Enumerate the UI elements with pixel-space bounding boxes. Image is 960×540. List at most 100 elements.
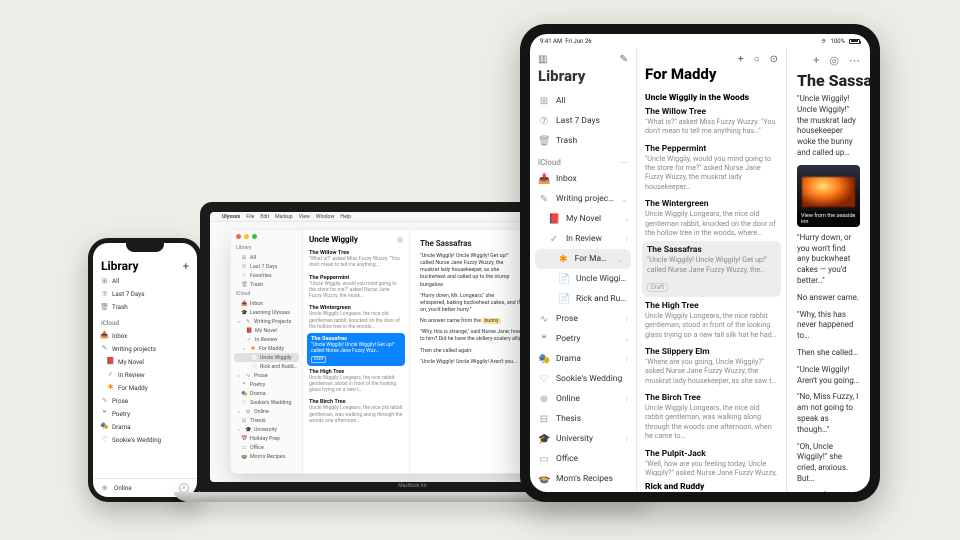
sheet-card-selected[interactable]: The Sassafras"Uncle Wiggily! Uncle Wiggi… — [642, 241, 781, 297]
chevron-down-icon[interactable]: ⌄ — [616, 255, 623, 264]
menu-window[interactable]: Window — [316, 214, 335, 220]
sheet-card[interactable]: The Birch TreeUncle Wiggily Longears, th… — [303, 396, 409, 427]
footer-label[interactable]: Online — [114, 484, 132, 492]
sidebar-item-prose[interactable]: ∿Prose — [93, 394, 197, 407]
sidebar-item-all[interactable]: ⊞All — [231, 253, 302, 262]
sidebar-item-inreview[interactable]: ✓In Review — [231, 335, 302, 344]
sidebar-item-inbox[interactable]: 📥Inbox — [231, 299, 302, 308]
sidebar-item-trash[interactable]: 🗑Trash — [530, 131, 636, 151]
sidebar-item-rick[interactable]: 📄Rick and Rudd… — [231, 362, 302, 371]
disclosure-icon[interactable]: ▾ — [243, 346, 247, 351]
sidebar-item-formaddy[interactable]: ✱For Maddy — [93, 381, 197, 394]
sidebar-item-university[interactable]: 🎓University› — [530, 429, 636, 449]
sidebar-item-all[interactable]: ⊞All — [93, 275, 197, 288]
sidebar-item-prose[interactable]: ▸∿Prose — [231, 371, 302, 380]
disclosure-icon[interactable]: ▸ — [238, 427, 242, 432]
sheet-card[interactable]: The Pulpit-Jack"Well, how are you feelin… — [637, 445, 786, 476]
sidebar-item-prose[interactable]: ∿Prose› — [530, 309, 636, 329]
menu-edit[interactable]: Edit — [260, 214, 269, 220]
sidebar-item-university[interactable]: ▸🎓University — [231, 425, 302, 434]
sidebar-item-drama[interactable]: 🎭Drama — [231, 389, 302, 398]
sidebar-item-uncle[interactable]: 📄Uncle Wiggily in the Wo… — [530, 269, 636, 289]
chevron-right-icon[interactable]: › — [626, 355, 628, 364]
close-icon[interactable] — [236, 234, 241, 239]
add-icon[interactable]: + — [813, 54, 819, 67]
sidebar-item-mynovel[interactable]: 📕My Novel› — [530, 209, 636, 229]
zoom-icon[interactable] — [252, 234, 257, 239]
sidebar-item-inbox[interactable]: 📥Inbox — [93, 329, 197, 342]
sidebar-item-writing[interactable]: ✎Writing projects — [93, 342, 197, 355]
menu-markup[interactable]: Markup — [275, 214, 293, 220]
sidebar-item-online[interactable]: ⊕Online› — [530, 389, 636, 409]
add-sheet-icon[interactable]: + — [738, 54, 744, 65]
sidebar-item-poetry[interactable]: ❝Poetry — [93, 407, 197, 420]
minimize-icon[interactable] — [244, 234, 249, 239]
sidebar-item-mynovel[interactable]: 📕My Novel — [93, 355, 197, 368]
sheet-card[interactable]: The Willow Tree"What is?" asked Miss Fuz… — [637, 103, 786, 140]
sidebar-item-last7[interactable]: ⑦Last 7 Days — [231, 262, 302, 271]
sheet-card-selected[interactable]: The Sassafras"Uncle Wiggily! Uncle Wiggi… — [307, 333, 405, 366]
sidebar-item-last7[interactable]: ⑦Last 7 Days — [530, 111, 636, 131]
sidebar-item-inreview[interactable]: ✓In Review› — [530, 229, 636, 249]
list-settings-icon[interactable]: ⊙ — [770, 54, 778, 65]
sheet-card[interactable]: The High TreeUncle Wiggily Longears, the… — [637, 297, 786, 343]
sidebar-item-trash[interactable]: 🗑Trash — [93, 301, 197, 314]
menu-file[interactable]: File — [246, 214, 254, 220]
chevron-right-icon[interactable]: › — [626, 315, 628, 324]
sidebar-item-office[interactable]: ▭Office — [231, 443, 302, 452]
sidebar-item-poetry[interactable]: ❝Poetry — [231, 380, 302, 389]
more-icon[interactable]: ⋯ — [849, 54, 860, 67]
sidebar-item-all[interactable]: ⊞All — [530, 91, 636, 111]
sidebar-item-wedding[interactable]: ♡Sookie's Wedding — [530, 369, 636, 389]
sidebar-item-online[interactable]: ▸⊕Online — [231, 407, 302, 416]
sidebar-item-last7[interactable]: ⑦Last 7 Days — [93, 288, 197, 301]
disclosure-icon[interactable]: ▾ — [238, 319, 242, 324]
disclosure-icon[interactable]: ▸ — [238, 373, 242, 378]
chevron-right-icon[interactable]: › — [626, 235, 628, 244]
sidebar-item-holiday[interactable]: 📅Holiday Prep — [231, 434, 302, 443]
sheet-card[interactable]: The Peppermint"Uncle Wiggily, would you … — [303, 272, 409, 303]
sidebar-item-favorites[interactable]: ☆Favorites — [231, 271, 302, 280]
sidebar-item-writing[interactable]: ▾✎Writing Projects — [231, 317, 302, 326]
list-settings-icon[interactable]: ⊙ — [397, 236, 403, 244]
sidebar-toggle-icon[interactable]: ▥ — [538, 54, 547, 65]
chevron-right-icon[interactable]: › — [626, 335, 628, 344]
sidebar-item-learning[interactable]: 🎓Learning Ulysses — [231, 308, 302, 317]
add-button[interactable]: + — [183, 260, 189, 273]
ipad-editor[interactable]: + ◎ ⋯ The Sassafras "Uncle Wiggily! Uncl… — [787, 48, 870, 492]
sidebar-item-thesis[interactable]: ⊟Thesis — [231, 416, 302, 425]
sheet-card[interactable]: The Willow Tree"What is?" asked Miss Fuz… — [303, 247, 409, 272]
sidebar-item-recipes[interactable]: 🍲Mom's Recipes — [231, 452, 302, 461]
disclosure-icon[interactable]: ▸ — [238, 409, 242, 414]
sidebar-item-trash[interactable]: 🗑Trash — [231, 280, 302, 289]
sidebar-item-drama[interactable]: 🎭Drama — [93, 420, 197, 433]
chevron-down-icon[interactable]: ⌄ — [621, 195, 628, 204]
sidebar-item-recipes[interactable]: 🍲Mom's Recipes — [530, 469, 636, 489]
menu-help[interactable]: Help — [340, 214, 351, 220]
sidebar-item-unclewiggily[interactable]: 📄Uncle Wiggily — [234, 353, 299, 362]
more-icon[interactable]: ⋯ — [620, 158, 628, 167]
sidebar-item-diary[interactable]: 📔Diary — [530, 489, 636, 492]
compose-icon[interactable]: ✎ — [620, 54, 628, 65]
sidebar-item-office[interactable]: ▭Office — [530, 449, 636, 469]
editor-image[interactable]: View from the seaside inn — [797, 165, 860, 227]
chevron-right-icon[interactable]: › — [626, 215, 628, 224]
orb-icon[interactable]: ○ — [754, 54, 760, 65]
chevron-right-icon[interactable]: › — [626, 395, 628, 404]
sidebar-item-wedding[interactable]: ♡Sookie's Wedding — [231, 398, 302, 407]
sidebar-item-inreview[interactable]: ✓In Review — [93, 368, 197, 381]
sidebar-item-formaddy[interactable]: ✱For Maddy⌄ — [535, 249, 631, 269]
sheet-card[interactable]: The Birch TreeUncle Wiggily Longears, th… — [637, 389, 786, 444]
menu-app[interactable]: Ulysses — [222, 214, 240, 220]
chevron-right-icon[interactable]: › — [626, 435, 628, 444]
sidebar-item-inbox[interactable]: 📥Inbox — [530, 169, 636, 189]
sidebar-item-writing[interactable]: ✎Writing projects⌄ — [530, 189, 636, 209]
sheet-card[interactable]: The Slippery Elm"Where are you going, Un… — [637, 343, 786, 389]
sidebar-item-mynovel[interactable]: 📕My Novel — [231, 326, 302, 335]
orb-icon[interactable]: ◎ — [829, 54, 839, 67]
sheet-card[interactable]: The WintergreenUncle Wiggily Longears, t… — [303, 302, 409, 333]
traffic-lights[interactable] — [231, 234, 302, 243]
sidebar-item-rick[interactable]: 📄Rick and Ruddy — [530, 289, 636, 309]
sheet-card[interactable]: The Peppermint"Uncle Wiggily, would you … — [637, 140, 786, 195]
sidebar-item-wedding[interactable]: ♡Sookie's Wedding — [93, 433, 197, 446]
